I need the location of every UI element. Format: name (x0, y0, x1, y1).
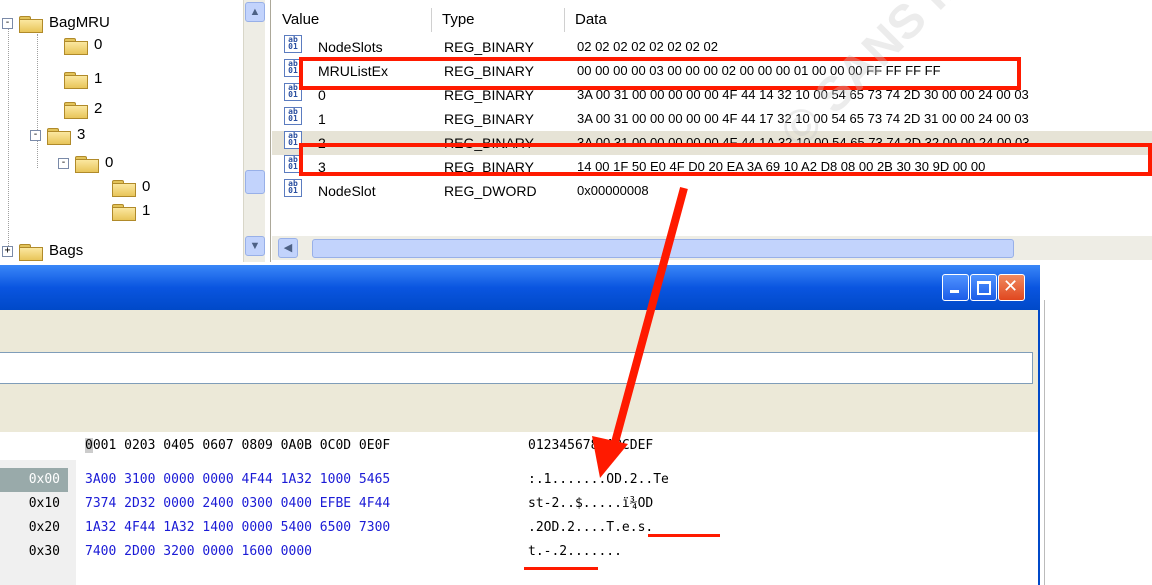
arrow-head (592, 436, 628, 478)
arrow-shaft (610, 186, 688, 448)
annotation-overlay (592, 186, 688, 478)
underline-t2 (524, 567, 598, 570)
underline-tes (648, 534, 720, 537)
